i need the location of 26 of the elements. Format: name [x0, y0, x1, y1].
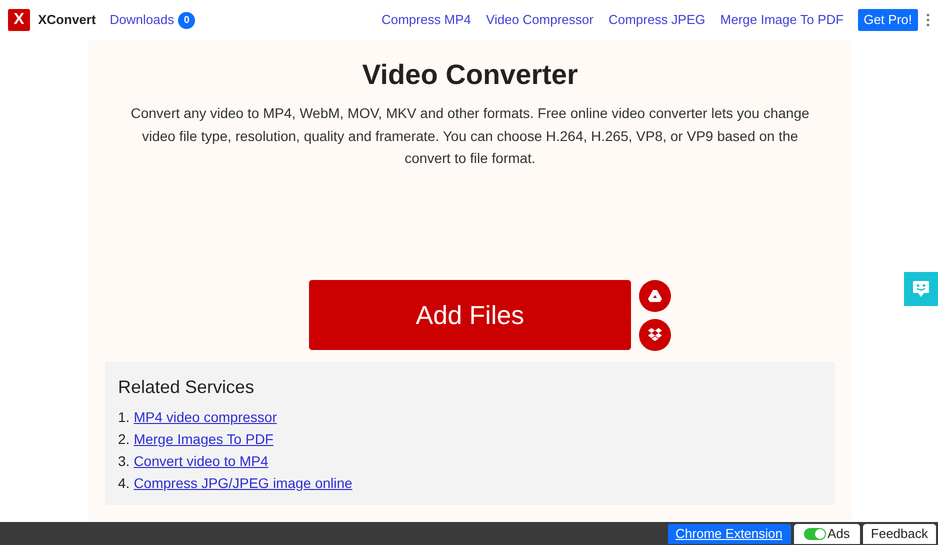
page-title: Video Converter — [362, 58, 578, 92]
nav-link[interactable]: Compress MP4 — [381, 10, 472, 30]
nav-link[interactable]: Video Compressor — [486, 10, 594, 30]
service-link[interactable]: Merge Images To PDF — [134, 430, 274, 448]
logo-icon[interactable]: X — [8, 9, 30, 31]
nav-link[interactable]: Compress JPEG — [608, 10, 706, 30]
list-number: 4. — [118, 474, 130, 492]
feedback-button[interactable]: Feedback — [862, 524, 936, 544]
nav-link[interactable]: Merge Image To PDF — [720, 10, 844, 30]
service-link[interactable]: Convert video to MP4 — [134, 452, 268, 470]
brand-name[interactable]: XConvert — [38, 10, 96, 30]
section-heading: Related Services — [118, 376, 256, 398]
service-link[interactable]: Compress JPG/JPEG image online — [134, 474, 352, 492]
chrome-extension-link[interactable]: Chrome Extension — [668, 524, 790, 544]
downloads-link[interactable]: Downloads 0 — [110, 10, 196, 30]
list-number: 1. — [118, 408, 130, 426]
description: Convert any video to MP4, WebM, MOV, MKV and other formats. Free online video converter lets you change video file type, resolution, quality and framerate. You can choose H.264, H.265, VP8, or VP9 based on the convert to file format. — [130, 104, 810, 168]
count-badge: 0 — [178, 12, 196, 28]
more-icon[interactable] — [926, 13, 930, 27]
add-files-button[interactable]: Add Files — [309, 280, 631, 350]
ads-toggle[interactable]: Ads — [794, 524, 860, 544]
service-link[interactable]: MP4 video compressor — [134, 408, 277, 426]
list-number: 2. — [118, 430, 130, 448]
box-icon[interactable] — [639, 318, 671, 350]
get-pro-button[interactable]: Get Pro! — [858, 9, 918, 31]
list-number: 3. — [118, 452, 130, 470]
